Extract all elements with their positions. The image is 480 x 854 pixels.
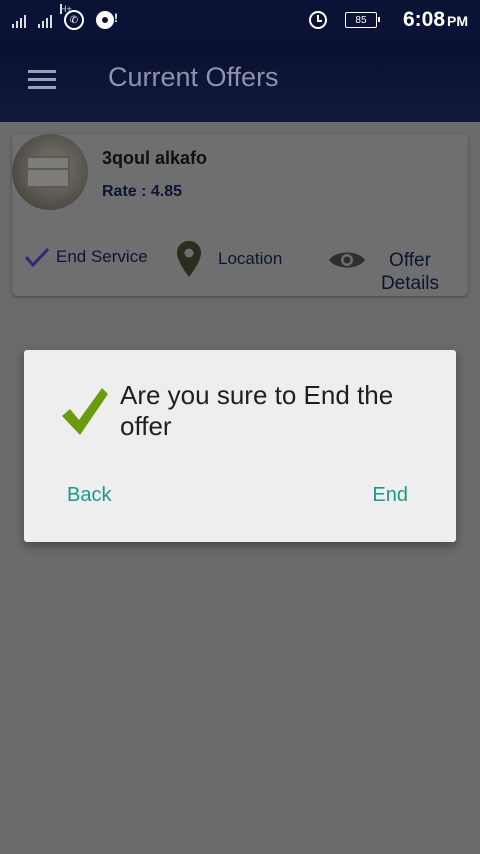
avatar [12,134,88,210]
status-clock: 6:08 PM [403,8,468,32]
confirm-dialog: Are you sure to End the offer Back End [24,350,456,542]
clock-time: 6:08 [402,8,445,31]
battery-icon: 85 [344,12,380,28]
status-bar: H+ ✆ ! 85 6:08 PM [0,0,480,40]
location-button[interactable]: Location [176,240,282,278]
end-service-label: End Service [56,247,148,266]
signal-icon: H+ [38,4,72,28]
location-pin-icon [177,241,201,277]
signal-icon [12,12,26,28]
provider-name: 3qoul alkafo [102,148,208,168]
end-service-button[interactable]: End Service [24,246,148,268]
dialog-message: Are you sure to End the offer [120,380,394,441]
battery-level: 85 [355,14,367,26]
checkmark-icon [62,388,108,435]
disk-icon: ! [96,11,118,29]
hamburger-menu-icon[interactable] [28,70,56,90]
back-button[interactable]: Back [59,480,119,511]
end-button[interactable]: End [364,480,416,511]
offer-card: 3qoul alkafo Rate : 4.85 End Service Loc… [12,134,468,296]
alarm-icon [308,11,327,29]
page-title: Current Offers [108,62,279,92]
location-label: Location [218,249,283,268]
offer-details-label[interactable]: Offer Details [380,249,440,295]
provider-rate: Rate : 4.85 [102,183,183,200]
offer-details-line1: Offer [389,250,431,271]
check-icon [24,247,50,268]
clock-ampm: PM [447,13,468,29]
network-type: H+ [60,4,72,14]
app-bar: Current Offers [0,40,480,122]
offer-details-line2: Details [380,273,440,294]
eye-icon [329,252,365,268]
offer-details-button[interactable] [328,248,366,272]
